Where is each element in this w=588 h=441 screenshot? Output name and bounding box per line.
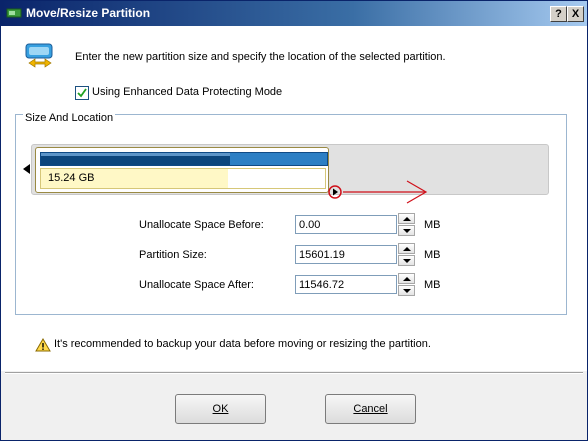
protect-mode-label[interactable]: Using Enhanced Data Protecting Mode xyxy=(92,86,282,98)
ok-button[interactable]: OK xyxy=(175,394,266,424)
cancel-button[interactable]: Cancel xyxy=(325,394,416,424)
unit-label: MB xyxy=(424,249,441,261)
warning-icon xyxy=(35,338,51,352)
unit-label: MB xyxy=(424,219,441,231)
dialog-body: Enter the new partition size and specify… xyxy=(1,26,587,440)
title-bar[interactable]: Move/Resize Partition ? X xyxy=(1,1,587,26)
unit-label: MB xyxy=(424,279,441,291)
right-resize-handle[interactable] xyxy=(328,185,342,199)
partition-size-label: 15.24 GB xyxy=(48,172,95,184)
help-button[interactable]: ? xyxy=(550,6,567,22)
spin-down-icon[interactable] xyxy=(398,255,415,266)
partition-used-fill xyxy=(41,153,230,165)
partition-block[interactable]: 15.24 GB xyxy=(35,147,329,193)
drag-direction-arrow-icon xyxy=(343,180,428,204)
unallocate-after-input[interactable]: 11546.72 xyxy=(295,275,397,294)
unallocate-before-input[interactable]: 0.00 xyxy=(295,215,397,234)
instruction-text: Enter the new partition size and specify… xyxy=(75,51,446,63)
main-panel: Enter the new partition size and specify… xyxy=(1,26,587,371)
backup-warning-text: It's recommended to backup your data bef… xyxy=(54,338,431,350)
close-button[interactable]: X xyxy=(567,6,584,22)
spin-down-icon[interactable] xyxy=(398,285,415,296)
window-title: Move/Resize Partition xyxy=(26,6,151,20)
move-resize-dialog: Move/Resize Partition ? X Enter the new … xyxy=(0,0,588,441)
partition-size-spinner[interactable] xyxy=(398,243,415,266)
spin-up-icon[interactable] xyxy=(398,273,415,284)
unallocate-before-spinner[interactable] xyxy=(398,213,415,236)
group-title: Size And Location xyxy=(23,112,116,124)
partition-label-area: 15.24 GB xyxy=(40,168,326,189)
spin-down-icon[interactable] xyxy=(398,225,415,236)
partition-size-input[interactable]: 15601.19 xyxy=(295,245,397,264)
partition-size-label-field: Partition Size: xyxy=(139,249,207,261)
unallocate-after-spinner[interactable] xyxy=(398,273,415,296)
spin-up-icon[interactable] xyxy=(398,243,415,254)
move-resize-icon xyxy=(25,43,53,68)
spin-up-icon[interactable] xyxy=(398,213,415,224)
unallocate-before-label: Unallocate Space Before: xyxy=(139,219,264,231)
checkmark-icon xyxy=(77,88,87,98)
partition-app-icon xyxy=(6,8,22,18)
unallocate-after-label: Unallocate Space After: xyxy=(139,279,254,291)
partition-usage-bar xyxy=(40,152,328,166)
left-resize-handle[interactable] xyxy=(23,164,30,174)
protect-mode-checkbox[interactable] xyxy=(75,86,89,100)
